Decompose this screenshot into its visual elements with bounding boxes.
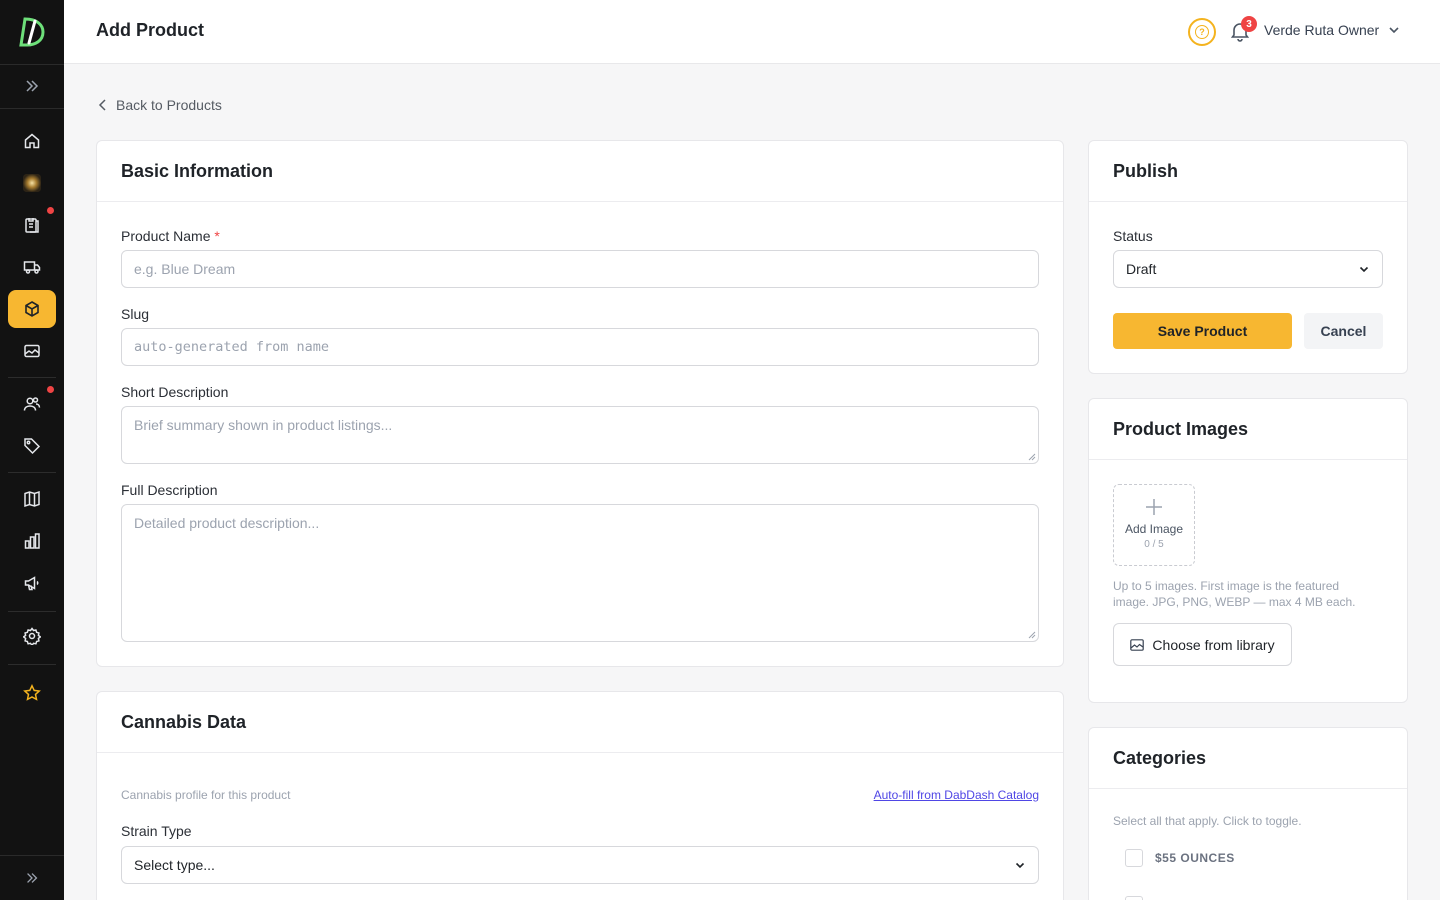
orders-icon — [25, 218, 39, 233]
products-icon — [25, 301, 39, 317]
home-icon — [24, 133, 40, 149]
image-library-icon — [1130, 638, 1145, 651]
publish-card: Publish Status Draft Save Product Cancel — [1088, 140, 1408, 374]
product-images-title: Product Images — [1089, 399, 1407, 460]
cannabis-data-card: Cannabis Data Cannabis profile for this … — [96, 691, 1064, 900]
sidebar-item-favorites[interactable] — [8, 674, 56, 712]
chevron-left-icon — [98, 99, 106, 111]
chevron-down-icon — [1359, 266, 1369, 273]
sidebar-divider — [8, 472, 56, 473]
sidebar-item-catalog[interactable] — [8, 480, 56, 518]
logo-icon — [19, 17, 45, 47]
cannabis-subtitle: Cannabis profile for this product — [121, 788, 291, 802]
product-images-card: Product Images Add Image 0 / 5 Up to 5 i… — [1088, 398, 1408, 703]
settings-icon — [23, 627, 41, 645]
short-description-label: Short Description — [121, 384, 229, 400]
library-button-label: Choose from library — [1152, 636, 1275, 653]
full-description-placeholder: Detailed product description... — [134, 515, 320, 531]
sidebar-expand-button[interactable] — [8, 67, 56, 105]
category-checkbox[interactable] — [1125, 896, 1143, 900]
logo[interactable] — [0, 0, 64, 64]
image-upload-hint: Up to 5 images. First image is the featu… — [1113, 579, 1356, 609]
save-product-button[interactable]: Save Product — [1113, 313, 1292, 349]
help-button[interactable]: ? — [1188, 18, 1216, 46]
sidebar-item-products[interactable] — [8, 290, 56, 328]
cannabis-data-title: Cannabis Data — [97, 692, 1063, 753]
collapse-icon — [27, 873, 38, 883]
tags-icon — [24, 438, 41, 455]
sidebar-divider — [8, 377, 56, 378]
status-value: Draft — [1126, 261, 1157, 277]
image-count: 0 / 5 — [1144, 539, 1164, 550]
status-select[interactable]: Draft — [1113, 250, 1383, 288]
customers-icon — [23, 397, 41, 411]
categories-card: Categories Select all that apply. Click … — [1088, 727, 1408, 900]
basic-information-title: Basic Information — [97, 141, 1063, 202]
plus-icon — [1146, 499, 1162, 515]
categories-title: Categories — [1089, 728, 1407, 789]
sidebar-divider — [0, 64, 64, 65]
back-to-products-link[interactable]: Back to Products — [98, 97, 222, 113]
cancel-button[interactable]: Cancel — [1304, 313, 1383, 349]
slug-label: Slug — [121, 306, 150, 322]
sidebar-item-analytics[interactable] — [8, 522, 56, 560]
required-asterisk: * — [214, 228, 220, 244]
sidebar-item-settings[interactable] — [8, 617, 56, 655]
store-photo-icon — [23, 174, 41, 192]
strain-type-label: Strain Type — [121, 823, 192, 839]
add-image-button[interactable]: Add Image 0 / 5 — [1113, 484, 1195, 566]
analytics-icon — [24, 533, 40, 549]
sidebar-item-store[interactable] — [8, 164, 56, 202]
sidebar-item-marketing[interactable] — [8, 564, 56, 602]
delivery-icon — [23, 261, 41, 274]
favorites-icon — [23, 684, 41, 701]
choose-from-library-button[interactable]: Choose from library — [1113, 623, 1292, 666]
catalog-icon — [24, 490, 40, 508]
category-checkbox[interactable] — [1125, 849, 1143, 867]
add-image-label: Add Image — [1124, 522, 1184, 536]
expand-icon — [26, 80, 39, 92]
status-label: Status — [1113, 228, 1153, 244]
sidebar-item-media[interactable] — [8, 332, 56, 370]
strain-type-select[interactable]: Select type... — [121, 846, 1039, 884]
sidebar-divider — [8, 611, 56, 612]
slug-input[interactable]: auto-generated from name — [121, 328, 1039, 366]
category-label: $55 OUNCES — [1155, 851, 1235, 865]
product-name-input[interactable]: e.g. Blue Dream — [121, 250, 1039, 288]
sidebar-collapse-button[interactable] — [0, 855, 64, 900]
user-name: Verde Ruta Owner — [1264, 22, 1380, 38]
customers-notification-dot — [47, 386, 54, 393]
page-title: Add Product — [96, 20, 204, 40]
marketing-icon — [24, 576, 39, 591]
sidebar-item-delivery[interactable] — [8, 248, 56, 286]
basic-information-card: Basic Information Product Name * e.g. Bl… — [96, 140, 1064, 667]
sidebar — [0, 0, 64, 900]
sidebar-item-tags[interactable] — [8, 427, 56, 465]
product-name-label: Product Name * — [121, 228, 220, 244]
media-icon — [24, 344, 40, 358]
sidebar-divider — [8, 664, 56, 665]
sidebar-item-home[interactable] — [8, 122, 56, 160]
full-description-textarea[interactable]: Detailed product description... — [121, 504, 1039, 642]
back-link-label: Back to Products — [116, 97, 222, 113]
strain-type-value: Select type... — [134, 857, 215, 873]
sidebar-divider — [0, 108, 64, 109]
publish-title: Publish — [1089, 141, 1407, 202]
short-description-placeholder: Brief summary shown in product listings.… — [134, 417, 393, 433]
full-description-label: Full Description — [121, 482, 218, 498]
chevron-down-icon — [1389, 27, 1399, 34]
resize-handle-icon[interactable] — [1028, 631, 1036, 639]
user-menu[interactable]: Verde Ruta Owner — [1264, 22, 1401, 38]
top-header: Add Product ? 3 Verde Ruta Owner — [64, 0, 1440, 64]
categories-hint: Select all that apply. Click to toggle. — [1113, 814, 1302, 828]
help-icon: ? — [1195, 25, 1209, 39]
notification-badge: 3 — [1241, 16, 1257, 32]
resize-handle-icon[interactable] — [1028, 453, 1036, 461]
category-item[interactable]: $55 OUNCES — [1125, 849, 1235, 867]
orders-notification-dot — [47, 207, 54, 214]
category-item[interactable] — [1125, 896, 1143, 900]
short-description-textarea[interactable]: Brief summary shown in product listings.… — [121, 406, 1039, 464]
chevron-down-icon — [1015, 862, 1025, 869]
autofill-catalog-link[interactable]: Auto-fill from DabDash Catalog — [874, 788, 1039, 802]
